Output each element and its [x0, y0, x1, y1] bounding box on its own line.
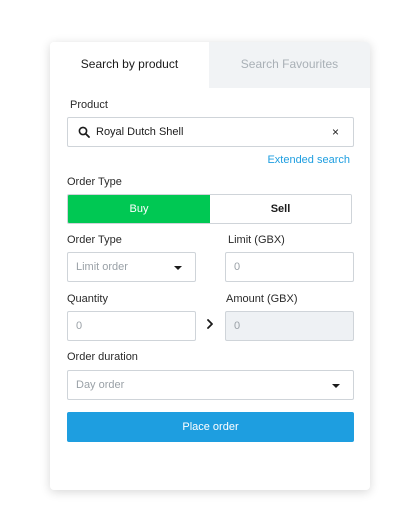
limit-label: Limit (GBX)	[228, 234, 285, 246]
amount-field: 0	[225, 311, 354, 341]
order-duration-label: Order duration	[67, 351, 138, 363]
order-duration-value: Day order	[76, 379, 125, 391]
buy-sell-toggle: Buy Sell	[67, 194, 352, 224]
extended-search-link[interactable]: Extended search	[267, 154, 350, 166]
tab-search-favourites[interactable]: Search Favourites	[209, 42, 370, 88]
quantity-input[interactable]: 0	[67, 311, 196, 341]
product-search-value: Royal Dutch Shell	[96, 126, 184, 138]
amount-label: Amount (GBX)	[226, 293, 298, 305]
quantity-label: Quantity	[67, 293, 108, 305]
order-type-label: Order Type	[67, 234, 122, 246]
limit-value: 0	[234, 261, 241, 273]
quantity-value: 0	[76, 320, 83, 332]
tab-bar: Search by product Search Favourites	[50, 42, 370, 88]
limit-input[interactable]: 0	[225, 252, 354, 282]
tab-search-by-product[interactable]: Search by product	[50, 42, 209, 88]
close-icon[interactable]: ×	[332, 118, 339, 146]
search-icon	[78, 126, 90, 138]
place-order-button[interactable]: Place order	[67, 412, 354, 442]
chevron-down-icon	[332, 384, 340, 388]
product-label: Product	[70, 99, 108, 111]
order-type-value: Limit order	[76, 261, 128, 273]
order-panel: Search by product Search Favourites Prod…	[50, 42, 370, 490]
chevron-down-icon	[174, 266, 182, 270]
order-side-label: Order Type	[67, 176, 122, 188]
buy-button[interactable]: Buy	[68, 195, 210, 223]
order-duration-select[interactable]: Day order	[67, 370, 354, 400]
sell-button[interactable]: Sell	[210, 195, 351, 223]
product-search-input[interactable]: Royal Dutch Shell ×	[67, 117, 354, 147]
chevron-right-icon	[207, 319, 213, 329]
amount-value: 0	[234, 320, 241, 332]
order-type-select[interactable]: Limit order	[67, 252, 196, 282]
